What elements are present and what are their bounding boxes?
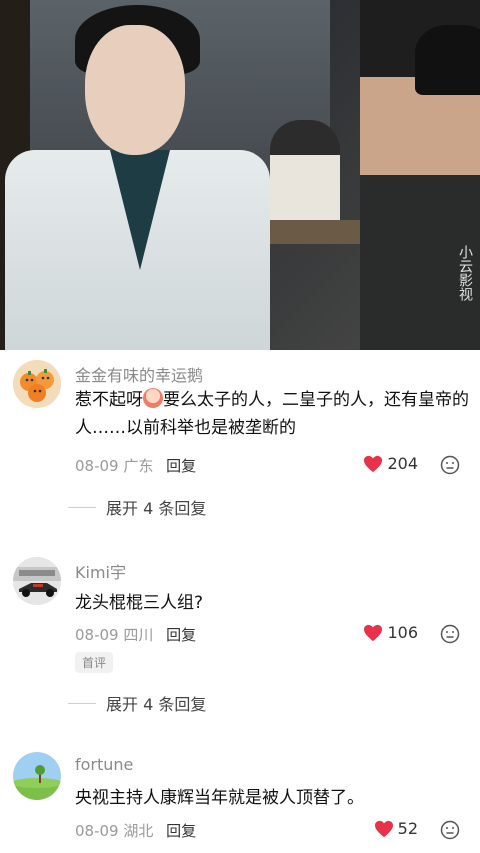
background-person	[270, 120, 340, 220]
oranges-avatar-icon	[13, 360, 61, 408]
landscape-avatar-icon	[13, 752, 61, 800]
heart-icon	[364, 624, 383, 641]
comment-location: 广东	[123, 457, 154, 475]
comment-meta: 08-09 湖北 回复	[75, 820, 196, 841]
username[interactable]: 金金有味的幸运鹅	[75, 362, 203, 386]
comment-text: 央视主持人康辉当年就是被人顶替了。	[75, 788, 364, 808]
dislike-face-icon[interactable]	[440, 820, 460, 840]
video-frame[interactable]: 小云影视	[0, 0, 480, 350]
expand-replies-label: 展开 4 条回复	[106, 499, 207, 518]
like-count: 52	[397, 819, 418, 838]
comment-location: 湖北	[123, 822, 154, 840]
comment-meta: 08-09 广东 回复	[75, 455, 196, 476]
video-watermark: 小云影视	[457, 245, 473, 301]
comment-text: 龙头棍棍三人组?	[75, 593, 204, 613]
expand-replies-button[interactable]: 展开 4 条回复	[68, 495, 206, 519]
like-count: 106	[387, 623, 418, 642]
comment-text: 惹不起呀 要么太子的人，二皇子的人，还有皇帝的人……以前科举也是被垄断的	[75, 386, 470, 442]
username[interactable]: Kimi宇	[75, 559, 126, 583]
divider-line	[68, 702, 96, 704]
comment-meta: 08-09 四川 回复	[75, 624, 196, 645]
like-button[interactable]: 52	[374, 819, 418, 838]
reply-button[interactable]: 回复	[166, 822, 196, 840]
divider-line	[68, 506, 96, 508]
heart-icon	[364, 455, 383, 472]
comment-date: 08-09	[75, 822, 119, 840]
comment-date: 08-09	[75, 457, 119, 475]
reply-button[interactable]: 回复	[166, 626, 196, 644]
expand-replies-button[interactable]: 展开 4 条回复	[68, 691, 206, 715]
crying-face-icon	[143, 388, 163, 408]
second-character-hat	[415, 25, 480, 95]
avatar[interactable]	[13, 557, 61, 605]
avatar[interactable]	[13, 360, 61, 408]
comment-text-part: 惹不起呀	[75, 390, 143, 410]
like-count: 204	[387, 454, 418, 473]
like-button[interactable]: 204	[363, 454, 418, 473]
dislike-face-icon[interactable]	[440, 624, 460, 644]
comment-location: 四川	[123, 626, 154, 644]
first-comment-badge: 首评	[75, 652, 114, 673]
racecar-avatar-icon	[13, 557, 61, 605]
like-button[interactable]: 106	[363, 623, 418, 642]
heart-icon	[374, 820, 393, 837]
expand-replies-label: 展开 4 条回复	[106, 695, 207, 714]
dislike-face-icon[interactable]	[440, 455, 460, 475]
main-character-face	[85, 25, 185, 155]
username[interactable]: fortune	[75, 755, 133, 774]
avatar[interactable]	[13, 752, 61, 800]
reply-button[interactable]: 回复	[166, 457, 196, 475]
comment-date: 08-09	[75, 626, 119, 644]
